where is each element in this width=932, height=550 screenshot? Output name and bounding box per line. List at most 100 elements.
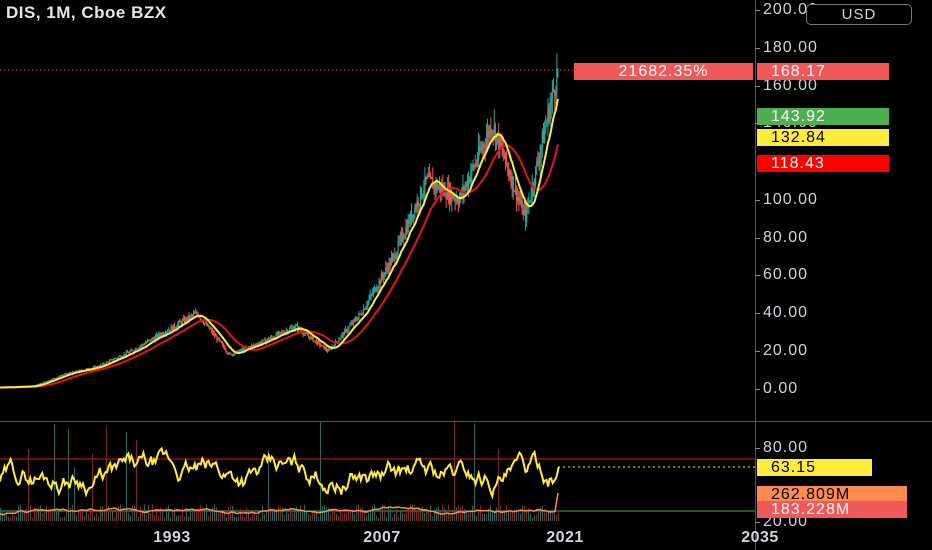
- chart-area[interactable]: [0, 0, 755, 550]
- volume-bar: [296, 506, 297, 521]
- volume-bar: [68, 428, 69, 521]
- volume-bar: [170, 517, 171, 521]
- volume-bar: [356, 505, 357, 521]
- volume-bar: [346, 513, 347, 521]
- volume-bar: [486, 514, 487, 521]
- volume-bar: [386, 517, 387, 521]
- volume-bar: [108, 505, 109, 521]
- volume-bar: [264, 514, 265, 521]
- volume-bar: [464, 509, 465, 521]
- volume-bar: [294, 509, 295, 521]
- volume-bar: [8, 516, 9, 521]
- volume-bar: [508, 511, 509, 521]
- time-tick-label: 2035: [741, 529, 779, 546]
- volume-bar: [358, 504, 359, 521]
- volume-bar: [110, 510, 111, 521]
- volume-bar: [82, 509, 83, 521]
- volume-bar: [138, 517, 139, 521]
- volume-bar: [182, 507, 183, 521]
- volume-bar: [512, 512, 513, 521]
- volume-bar: [500, 505, 501, 521]
- ma-green-badge: 143.92: [757, 108, 889, 125]
- ma-red-badge: 118.43: [757, 155, 889, 172]
- volume-bar: [172, 511, 173, 521]
- volume-bar: [162, 509, 163, 521]
- volume-bar: [446, 514, 447, 521]
- volume-bar: [4, 514, 5, 521]
- volume-bar: [168, 505, 169, 521]
- currency-button[interactable]: USD: [806, 4, 912, 25]
- volume-bar: [550, 511, 551, 521]
- volume-bar: [114, 517, 115, 521]
- volume-bar: [298, 511, 299, 521]
- volume-bar: [510, 510, 511, 521]
- volume-bar: [320, 421, 321, 521]
- volume-bar: [344, 512, 345, 521]
- volume-bar: [398, 517, 399, 521]
- volume-bar: [260, 517, 261, 521]
- volume-bar: [62, 517, 63, 521]
- volume-bar: [426, 511, 427, 521]
- volume-bar: [326, 507, 327, 521]
- volume-bar: [16, 516, 17, 521]
- volume-bar: [72, 504, 73, 521]
- volume-bar: [538, 509, 539, 521]
- volume-bar: [218, 511, 219, 521]
- volume-bar: [532, 517, 533, 521]
- volume-bar: [400, 511, 401, 521]
- volume-bar: [424, 513, 425, 521]
- volume-bar: [94, 515, 95, 521]
- volume-bar: [542, 505, 543, 521]
- volume-bar: [18, 505, 19, 521]
- volume-bar: [450, 515, 451, 521]
- volume-bar: [404, 513, 405, 521]
- volume-bar: [530, 513, 531, 521]
- volume-bar: [158, 515, 159, 521]
- volume-bar: [522, 505, 523, 521]
- time-tick-label: 2021: [546, 529, 584, 546]
- volume-bar: [370, 511, 371, 521]
- volume-bar: [454, 420, 455, 521]
- volume-bar: [314, 513, 315, 521]
- volume-bar: [88, 514, 89, 521]
- volume-bar: [188, 516, 189, 521]
- volume-bar: [206, 504, 207, 521]
- volume-bar: [250, 517, 251, 521]
- price-tick-label: 40.00: [754, 304, 809, 321]
- volume-bar: [40, 505, 41, 521]
- volume-bar: [304, 504, 305, 521]
- volume-bar: [348, 510, 349, 521]
- volume-bar: [308, 513, 309, 521]
- volume-bar: [482, 513, 483, 521]
- price-tick-label: 60.00: [754, 266, 809, 283]
- volume-bar: [240, 508, 241, 521]
- volume-bar: [2, 510, 3, 521]
- volume-bar: [44, 510, 45, 521]
- volume-bar: [408, 508, 409, 521]
- volume-bar: [200, 504, 201, 521]
- volume-bar: [150, 512, 151, 521]
- volume-bar: [490, 505, 491, 521]
- indicator-chart[interactable]: [0, 0, 755, 550]
- volume-bar: [280, 507, 281, 521]
- volume-bar: [286, 509, 287, 521]
- volume-bar: [378, 517, 379, 521]
- volume-bar: [216, 507, 217, 521]
- volume-bar: [270, 507, 271, 521]
- volume-bar: [368, 512, 369, 521]
- volume-bar: [396, 506, 397, 521]
- volume-bar: [256, 514, 257, 521]
- volume-bar: [32, 517, 33, 521]
- volume-bar: [194, 512, 195, 521]
- volume-bar: [330, 514, 331, 521]
- volume-bar: [230, 505, 231, 521]
- pane-divider[interactable]: [0, 421, 932, 422]
- percent-change-badge: 21682.35%: [574, 63, 753, 80]
- volume-bar: [124, 510, 125, 521]
- volume-bar: [390, 507, 391, 521]
- volume-bar: [416, 512, 417, 521]
- price-tick-label: 20.00: [754, 342, 809, 359]
- volume-bar: [50, 511, 51, 521]
- volume-bar: [64, 516, 65, 521]
- volume-bar: [26, 508, 27, 521]
